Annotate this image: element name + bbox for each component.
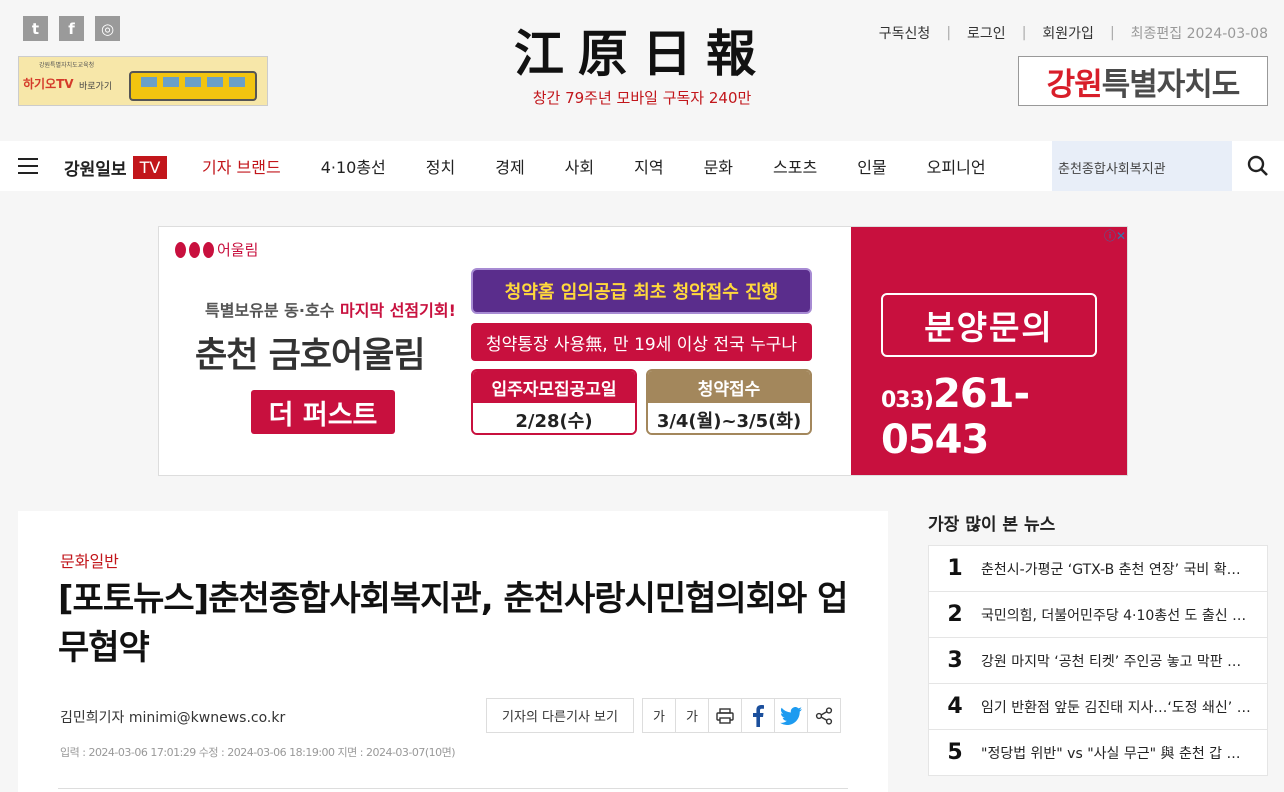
ad-announce-date-box: 입주자모집공고일 2/28(수) [471,369,637,435]
reporter-more-articles-button[interactable]: 기자의 다른기사 보기 [486,698,634,733]
ad-project-name: 춘천 금호어울림 [195,336,426,376]
signup-link[interactable]: 회원가입 [1042,23,1094,43]
rank-number: 3 [947,648,963,673]
nav-item-region[interactable]: 지역 [634,154,663,178]
ad-apply-date-box: 청약접수 3/4(월)~3/5(화) [646,369,812,435]
banner-part2: 특별자치도 [1101,66,1241,103]
brand-tv-link[interactable]: 강원일보 TV [64,155,168,180]
nav-item-culture[interactable]: 문화 [704,154,733,178]
utility-links: 구독신청 | 로그인 | 회원가입 | 최종편집 2024-03-08 [878,23,1268,43]
top-header: t f ◎ 강원특별자치도교육청 하기오TV 바로가기 江原日報 창간 79주년… [0,0,1284,141]
rank-number: 2 [947,602,963,627]
share-icon[interactable] [807,698,841,733]
popular-news-title: 가장 많이 본 뉴스 [928,515,1056,535]
ad-purple-banner: 청약홈 임의공급 최초 청약접수 진행 [471,268,812,314]
article-header: 문화일반 [포토뉴스]춘천종합사회복지관, 춘천사랑시민협의회와 업무협약 김민… [18,511,888,792]
article-byline: 김민희기자 minimi@kwnews.co.kr [60,710,286,726]
search-input[interactable]: 춘천종합사회복지관 [1052,141,1232,191]
menu-icon[interactable] [18,158,38,174]
list-item[interactable]: 3 강원 마지막 ‘공천 티켓’ 주인공 놓고 막판 경쟁 [928,637,1268,684]
print-icon[interactable] [708,698,742,733]
tv-badge: TV [132,156,168,179]
ad-brand: 어울림 [175,239,258,260]
rank-number: 5 [947,740,963,765]
nav-item-opinion[interactable]: 오피니언 [927,154,986,178]
headline: 춘천시-가평군 ‘GTX-B 춘천 연장’ 국비 확보 공동 대응 [981,561,1251,578]
ad-red-bar: 청약통장 사용無, 만 19세 이상 전국 누구나 [471,323,812,361]
ad-phone: 033)261-0543 [881,371,1030,463]
adchoices-icon[interactable]: ⓘ✕ [1099,227,1127,245]
login-link[interactable]: 로그인 [967,23,1006,43]
gangwon-special-banner[interactable]: 강원 특별자치도 [1018,56,1268,106]
ad-line1: 특별보유분 동·호수 마지막 선점기회! [205,301,456,320]
search-icon[interactable] [1232,141,1284,191]
article-title: [포토뉴스]춘천종합사회복지관, 춘천사랑시민협의회와 업무협약 [58,579,848,668]
brand-name: 강원일보 [64,160,127,180]
list-item[interactable]: 5 "정당법 위반" vs "사실 무근" 與 춘천 갑 경선 공방 [928,729,1268,776]
banner-part1: 강원 [1046,66,1103,103]
list-item[interactable]: 2 국민의힘, 더불어민주당 4·10총선 도 출신 후보 확정 [928,591,1268,638]
ad-brand-name: 어울림 [217,241,259,259]
nav-item-people[interactable]: 인물 [857,154,886,178]
last-edit-date: 최종편집 2024-03-08 [1130,26,1268,42]
list-item[interactable]: 1 춘천시-가평군 ‘GTX-B 춘천 연장’ 국비 확보 공동 대응 [928,545,1268,592]
headline: 강원 마지막 ‘공천 티켓’ 주인공 놓고 막판 경쟁 [981,653,1251,670]
advertisement-banner[interactable]: 어울림 특별보유분 동·호수 마지막 선점기회! 춘천 금호어울림 더 퍼스트 … [158,226,1128,476]
ad-badge: 더 퍼스트 [251,390,395,434]
font-decrease-button[interactable]: 가 [642,698,676,733]
article-timestamps: 입력 : 2024-03-06 17:01:29 수정 : 2024-03-06… [60,746,456,759]
rank-number: 4 [947,694,963,719]
facebook-share-icon[interactable] [741,698,775,733]
nav-item-sports[interactable]: 스포츠 [773,154,817,178]
twitter-share-icon[interactable] [774,698,808,733]
subscribe-link[interactable]: 구독신청 [879,23,931,43]
headline: 국민의힘, 더불어민주당 4·10총선 도 출신 후보 확정 [981,607,1251,624]
rank-number: 1 [947,556,963,581]
nav-item-economy[interactable]: 경제 [495,154,524,178]
nav-item-society[interactable]: 사회 [565,154,594,178]
font-increase-button[interactable]: 가 [675,698,709,733]
nav-item-politics[interactable]: 정치 [426,154,455,178]
main-nav: 강원일보 TV 기자 브랜드 4·10총선 정치 경제 사회 지역 문화 스포츠… [0,141,1284,191]
list-item[interactable]: 4 임기 반환점 앞둔 김진태 지사…‘도정 쇄신’ 주목 [928,683,1268,730]
article-tools: 가 가 [642,698,841,733]
headline: "정당법 위반" vs "사실 무근" 與 춘천 갑 경선 공방 [981,745,1251,762]
ad-contact-panel: 분양문의 033)261-0543 [851,227,1127,475]
headline: 임기 반환점 앞둔 김진태 지사…‘도정 쇄신’ 주목 [981,699,1251,716]
nav-item-reporter-brand[interactable]: 기자 브랜드 [202,154,281,178]
divider [58,788,848,789]
ad-inquiry-label: 분양문의 [881,293,1097,357]
nav-menu: 기자 브랜드 4·10총선 정치 경제 사회 지역 문화 스포츠 인물 오피니언 [202,141,1026,191]
article-category[interactable]: 문화일반 [60,548,119,572]
popular-news-list: 1 춘천시-가평군 ‘GTX-B 춘천 연장’ 국비 확보 공동 대응 2 국민의힘… [928,545,1268,776]
nav-item-election[interactable]: 4·10총선 [321,154,386,178]
